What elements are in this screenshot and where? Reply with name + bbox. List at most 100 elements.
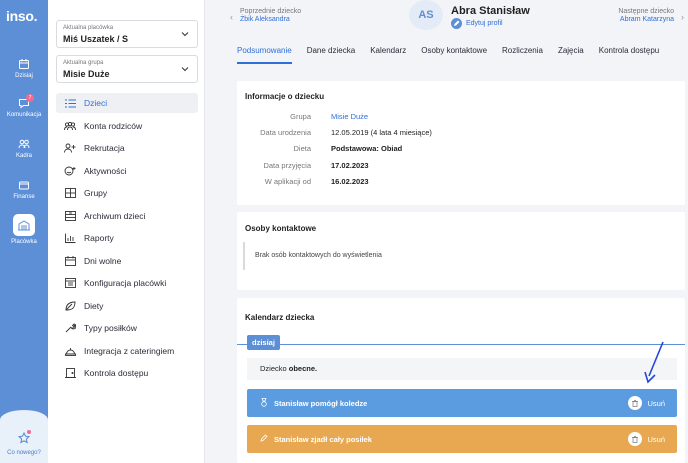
chevron-right-icon: › [681, 12, 684, 22]
group-select[interactable]: Aktualna grupa Misie Duże [56, 55, 198, 83]
facility-select-label: Aktualna placówka [63, 25, 114, 31]
rail-item-dzisiaj[interactable]: Dzisiaj [0, 58, 48, 79]
group-select-value: Misie Duże [63, 69, 110, 79]
calendar-card: Kalendarz dziecka dzisiaj Dziecko obecne… [237, 298, 685, 463]
prev-child-label: Poprzednie dziecko [240, 8, 302, 15]
whats-new-label: Co nowego? [7, 450, 41, 456]
info-key: Dieta [293, 144, 311, 153]
rail-item-kadra[interactable]: Kadra [0, 138, 48, 159]
sidebar-item-label: Archiwum dzieci [84, 211, 146, 221]
event-text: Stanisław zjadł cały posiłek [274, 434, 372, 444]
tab-bar: Podsumowanie Dane dziecka Kalendarz Osob… [237, 46, 674, 64]
calendar-off-icon [63, 256, 77, 266]
prev-child-link[interactable]: ‹ Poprzednie dziecko Żbik Aleksandra [230, 8, 302, 23]
tab-dane-dziecka[interactable]: Dane dziecka [307, 46, 355, 64]
rail-label: Placówka [11, 239, 37, 245]
delete-label: Usuń [647, 434, 665, 444]
avatar: AS [409, 0, 443, 30]
smile-icon [63, 166, 77, 176]
sidebar-item-archiwum-dzieci[interactable]: Archiwum dzieci [56, 206, 198, 226]
tab-osoby-kontaktowe[interactable]: Osoby kontaktowe [421, 46, 487, 64]
card-title: Informacje o dziecku [245, 92, 325, 101]
card-title: Kalendarz dziecka [245, 313, 315, 322]
new-dot [27, 430, 31, 434]
delete-button[interactable]: Usuń [628, 396, 665, 410]
section-sidebar: Aktualna placówka Miś Uszatek / S Aktual… [48, 0, 205, 463]
tab-zajecia[interactable]: Zajęcia [558, 46, 584, 64]
info-key: Grupa [290, 112, 311, 121]
rail-item-komunikacja[interactable]: 7 Komunikacja [0, 94, 48, 118]
medal-icon [260, 397, 268, 409]
rail-item-finanse[interactable]: Finanse [0, 179, 48, 200]
rail-label: Komunikacja [6, 112, 42, 118]
info-key: W aplikacji od [264, 177, 311, 186]
sidebar-item-integracja-catering[interactable]: Integracja z cateringiem [56, 341, 198, 361]
delete-button[interactable]: Usuń [628, 432, 665, 446]
info-value: Podstawowa: Obiad [331, 144, 403, 153]
tab-rozliczenia[interactable]: Rozliczenia [502, 46, 543, 64]
sidebar-item-rekrutacja[interactable]: Rekrutacja [56, 138, 198, 158]
facility-select[interactable]: Aktualna placówka Miś Uszatek / S [56, 20, 198, 48]
today-badge: dzisiaj [247, 335, 280, 350]
prev-child-name: Żbik Aleksandra [240, 16, 290, 23]
sidebar-item-label: Integracja z cateringiem [84, 346, 175, 356]
calendar-event[interactable]: Stanisław pomógł koledze Usuń [247, 389, 677, 417]
tab-kalendarz[interactable]: Kalendarz [370, 46, 406, 64]
chevron-down-icon [181, 32, 189, 37]
chevron-down-icon [181, 67, 189, 72]
sidebar-item-raporty[interactable]: Raporty [56, 228, 198, 248]
wallet-icon [19, 181, 29, 190]
sidebar-item-label: Rekrutacja [84, 143, 125, 153]
sidebar-item-typy-posilkow[interactable]: Typy posiłków [56, 318, 198, 338]
sidebar-item-kontrola-dostepu[interactable]: Kontrola dostępu [56, 363, 198, 383]
delete-label: Usuń [647, 398, 665, 408]
page-title: Abra Stanisław [451, 5, 530, 17]
edit-profile-link[interactable]: Edytuj profil [451, 18, 503, 29]
empty-state: Brak osób kontaktowych do wyświetlenia [243, 242, 673, 270]
info-value: 16.02.2023 [331, 177, 369, 186]
pencil-icon [451, 18, 462, 29]
chevron-left-icon: ‹ [230, 12, 233, 22]
left-rail: inso. Dzisiaj 7 Komunikacja Kadra Finans… [0, 0, 48, 463]
sidebar-item-dni-wolne[interactable]: Dni wolne [56, 251, 198, 271]
group-select-label: Aktualna grupa [63, 60, 104, 66]
card-title: Osoby kontaktowe [245, 224, 317, 233]
sidebar-item-konta-rodzicow[interactable]: Konta rodziców [56, 116, 198, 136]
main-content: ‹ Poprzednie dziecko Żbik Aleksandra AS … [206, 0, 688, 463]
sidebar-item-konfiguracja[interactable]: Konfiguracja placówki [56, 273, 198, 293]
archive-icon [63, 211, 77, 221]
next-child-link[interactable]: › Następne dziecko Abram Katarzyna [618, 8, 684, 23]
calendar-icon [19, 59, 29, 69]
rail-label: Kadra [15, 153, 32, 159]
calendar-event[interactable]: Stanisław zjadł cały posiłek Usuń [247, 425, 677, 453]
info-value: 17.02.2023 [331, 161, 369, 170]
trash-icon [628, 396, 643, 410]
next-child-name: Abram Katarzyna [619, 16, 674, 23]
sidebar-item-diety[interactable]: Diety [56, 296, 198, 316]
next-child-label: Następne dziecko [618, 8, 674, 15]
sidebar-item-aktywnosci[interactable]: Aktywności [56, 161, 198, 181]
contacts-card: Osoby kontaktowe Brak osób kontaktowych … [237, 212, 685, 290]
sidebar-item-label: Diety [84, 301, 104, 311]
whats-new[interactable]: Co nowego? [0, 410, 48, 463]
config-icon [63, 278, 77, 288]
rail-label: Finanse [13, 194, 35, 200]
tab-kontrola-dostepu[interactable]: Kontrola dostępu [599, 46, 660, 64]
tab-podsumowanie[interactable]: Podsumowanie [237, 46, 292, 64]
grid-icon [63, 188, 77, 198]
rail-item-placowka[interactable]: Placówka [0, 214, 48, 245]
sidebar-item-label: Dzieci [84, 98, 108, 108]
user-plus-icon [63, 143, 77, 153]
users-icon [63, 121, 77, 131]
info-value: 12.05.2019 (4 lata 4 miesiące) [331, 128, 432, 137]
info-key: Data przyjęcia [263, 161, 311, 170]
door-icon [63, 368, 77, 378]
sidebar-item-dzieci[interactable]: Dzieci [56, 93, 198, 113]
today-divider [237, 344, 685, 345]
logo: inso. [6, 8, 38, 24]
chart-icon [63, 233, 77, 243]
sidebar-item-grupy[interactable]: Grupy [56, 183, 198, 203]
info-value[interactable]: Misie Duże [331, 112, 368, 121]
event-text: Stanisław pomógł koledze [274, 398, 368, 408]
leaf-icon [63, 301, 77, 311]
